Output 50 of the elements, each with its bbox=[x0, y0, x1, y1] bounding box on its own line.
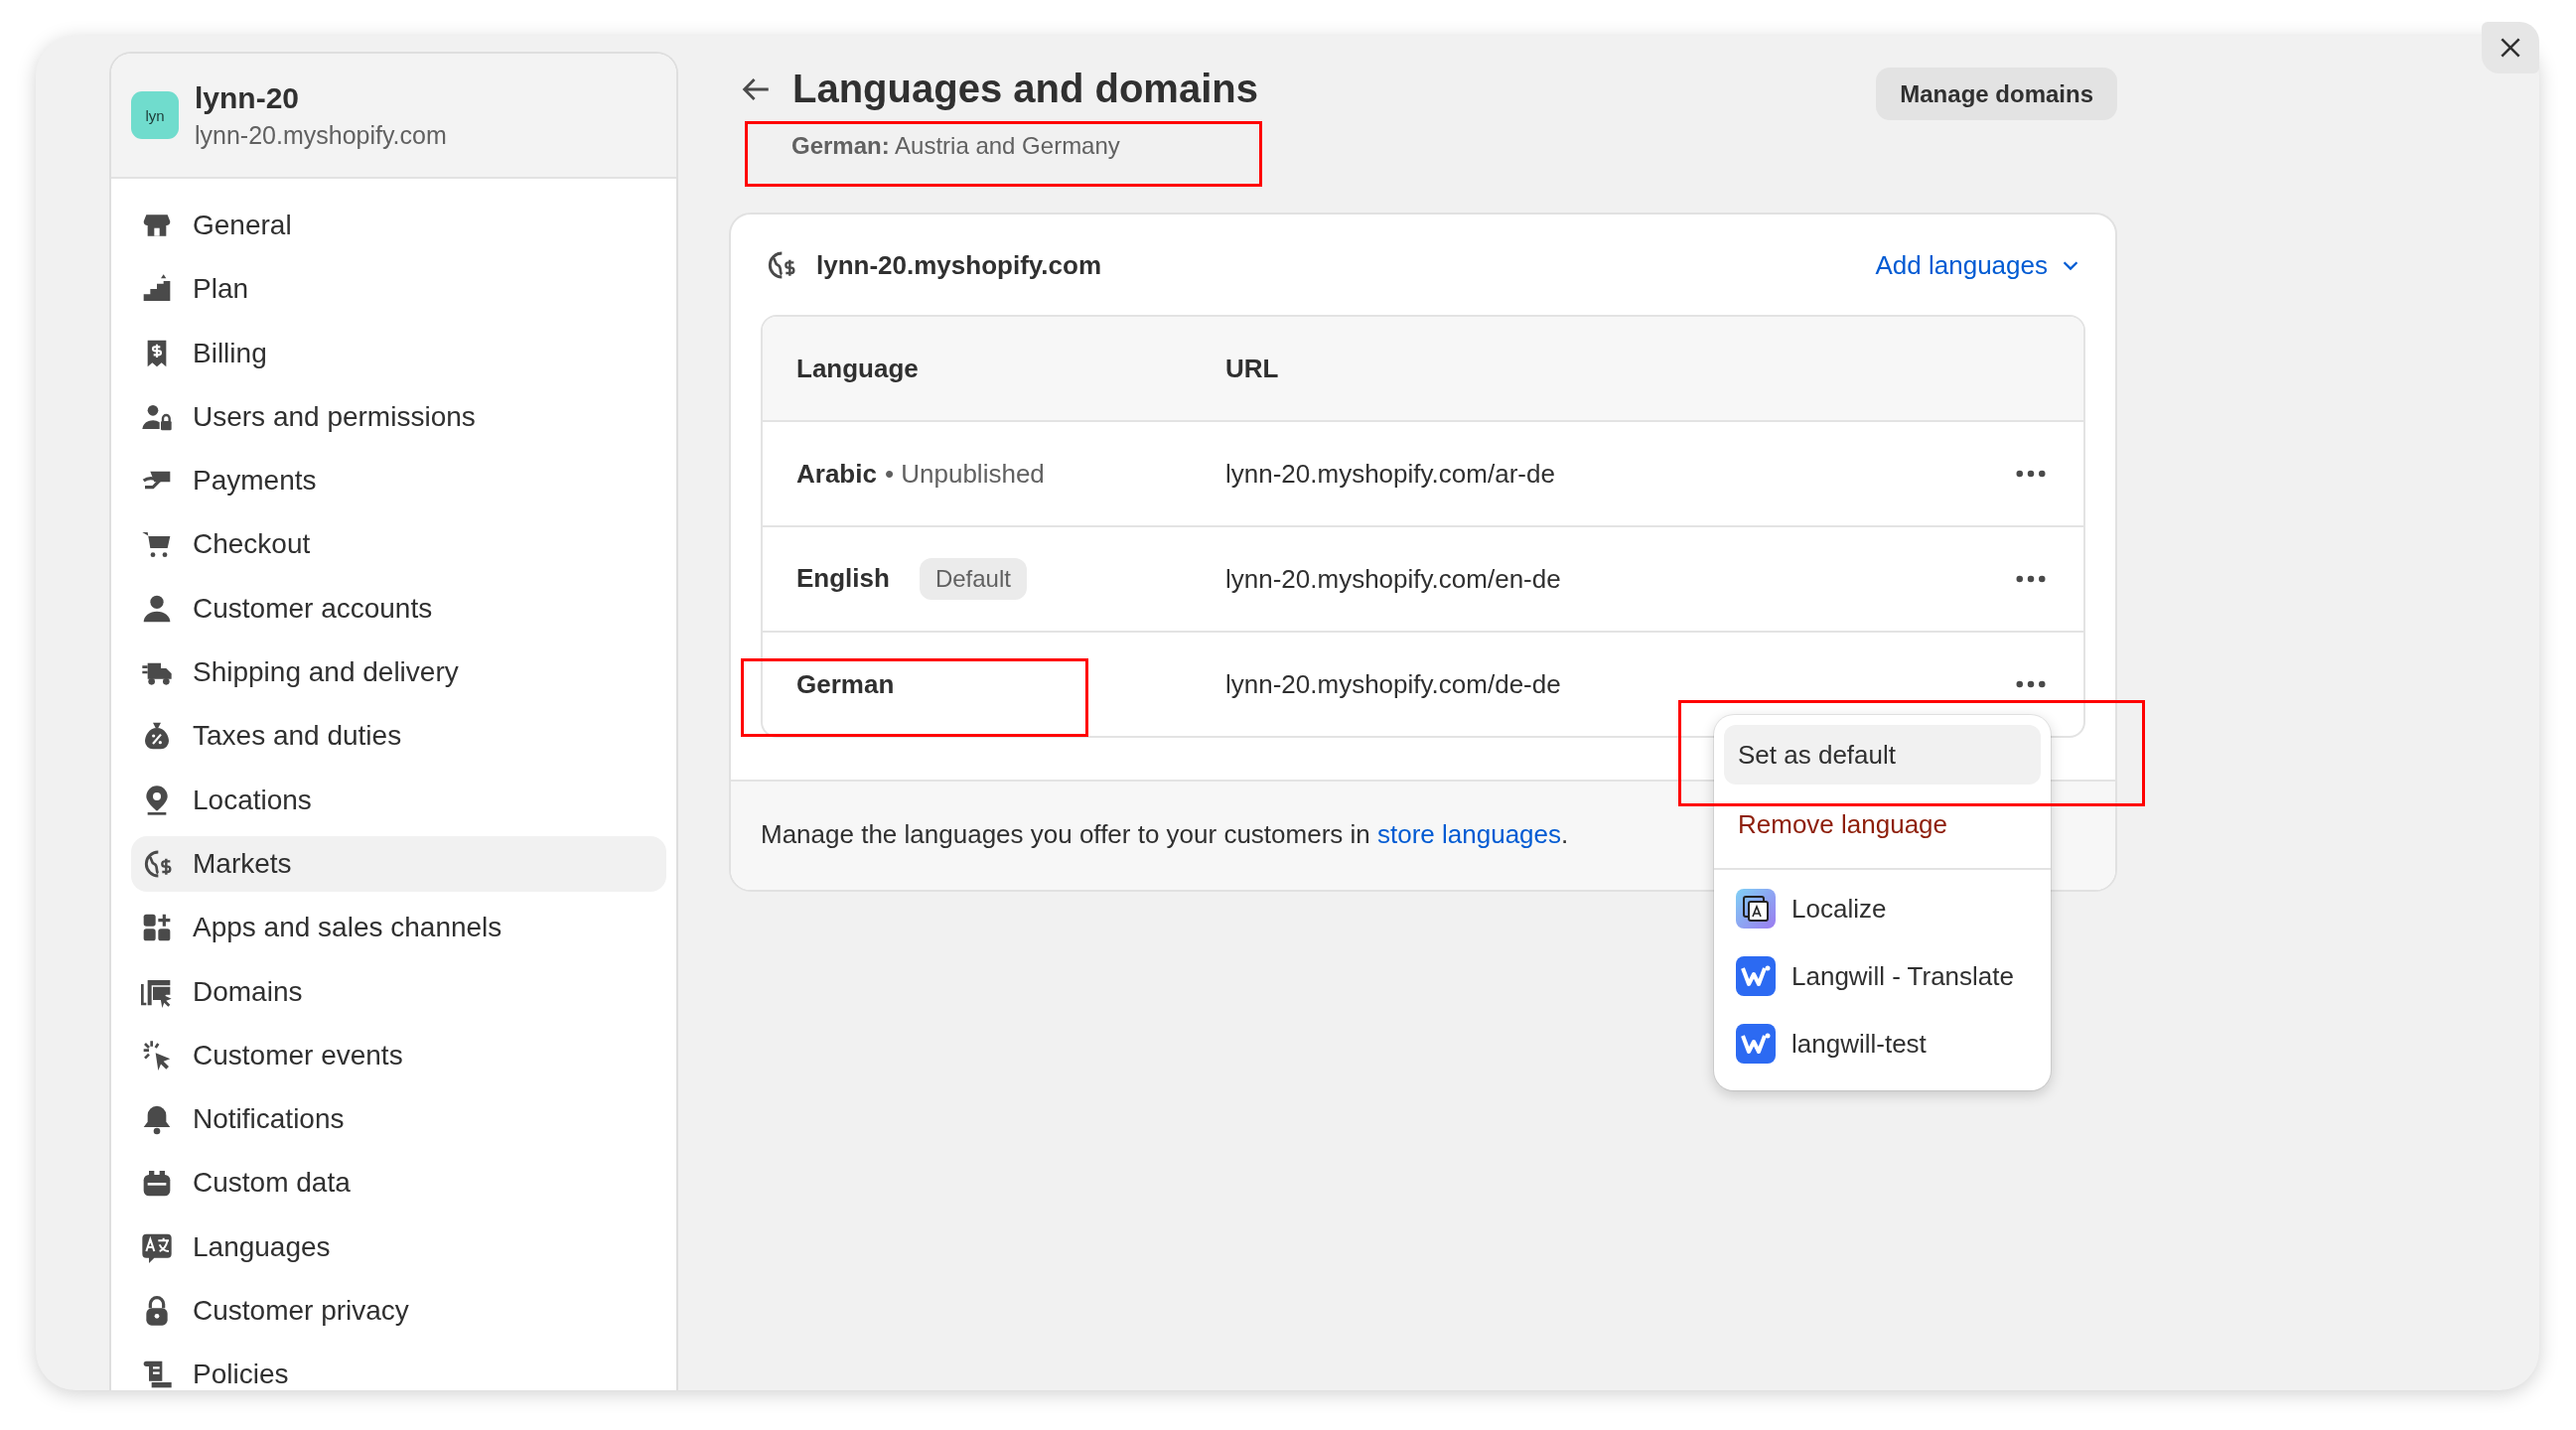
store-name: lynn-20 bbox=[195, 80, 301, 115]
close-button[interactable] bbox=[2482, 22, 2539, 73]
page-subtitle: German: Austria and Germany bbox=[791, 132, 1121, 160]
sidebar-item[interactable]: Customer events bbox=[131, 1027, 666, 1083]
sidebar-item[interactable]: Checkout bbox=[131, 516, 666, 573]
language-name: English bbox=[796, 563, 890, 593]
sidebar-item[interactable]: Custom data bbox=[131, 1155, 666, 1212]
sidebar-item[interactable]: Customer accounts bbox=[131, 580, 666, 637]
menu-item[interactable]: Set as default bbox=[1724, 725, 2041, 785]
sidebar-item[interactable]: General bbox=[131, 198, 666, 253]
app-logo-icon bbox=[1736, 1024, 1776, 1064]
sidebar-item[interactable]: Languages bbox=[131, 1218, 666, 1275]
sidebar-item[interactable]: Policies bbox=[131, 1347, 666, 1390]
column-header: URL bbox=[1225, 317, 2008, 421]
translate-app-icon bbox=[1736, 889, 1776, 929]
domain-name: lynn-20.myshopify.com bbox=[816, 249, 1102, 281]
sidebar-item[interactable]: Plan bbox=[131, 261, 666, 318]
status-text: • Unpublished bbox=[884, 458, 1045, 489]
more-icon bbox=[2016, 470, 2046, 478]
more-icon bbox=[2016, 680, 2046, 688]
sidebar-item[interactable]: Locations bbox=[131, 772, 666, 828]
sidebar-item[interactable]: Markets bbox=[131, 835, 666, 892]
store-domain: lynn-20.myshopify.com bbox=[195, 120, 447, 150]
default-badge: Default bbox=[919, 558, 1027, 600]
manage-domains-button[interactable]: Manage domains bbox=[1876, 68, 2117, 120]
sidebar-item[interactable]: Users and permissions bbox=[131, 388, 666, 445]
add-languages-link[interactable]: Add languages bbox=[1875, 249, 2081, 281]
bell-icon bbox=[141, 1103, 173, 1136]
cursor-click-icon bbox=[141, 1039, 173, 1072]
menu-item[interactable]: Remove language bbox=[1724, 794, 2041, 854]
url-cell: lynn-20.myshopify.com/en-de bbox=[1225, 526, 2008, 632]
sidebar-item[interactable]: Payments bbox=[131, 453, 666, 509]
sidebar-item[interactable]: Billing bbox=[131, 325, 666, 381]
sidebar-item[interactable]: Shipping and delivery bbox=[131, 644, 666, 701]
sidebar-item[interactable]: Customer privacy bbox=[131, 1283, 666, 1340]
column-header: Language bbox=[763, 317, 1225, 421]
page-title: Languages and domains bbox=[792, 67, 1258, 111]
store-avatar: lyn bbox=[131, 91, 179, 139]
sidebar-item[interactable]: Notifications bbox=[131, 1091, 666, 1148]
sidebar-item[interactable]: Apps and sales channels bbox=[131, 900, 666, 956]
more-icon bbox=[2016, 575, 2046, 583]
url-cell: lynn-20.myshopify.com/ar-de bbox=[1225, 421, 2008, 526]
sidebar-item[interactable]: Taxes and duties bbox=[131, 708, 666, 765]
sidebar-item[interactable]: Domains bbox=[131, 963, 666, 1020]
store-languages-link[interactable]: store languages bbox=[1377, 819, 1562, 849]
menu-item[interactable]: Langwill - Translate bbox=[1724, 945, 2041, 1007]
menu-item[interactable]: langwill-test bbox=[1724, 1013, 2041, 1074]
language-name: German bbox=[796, 668, 895, 699]
language-name: Arabic bbox=[796, 458, 877, 489]
app-logo-icon bbox=[1736, 956, 1776, 996]
